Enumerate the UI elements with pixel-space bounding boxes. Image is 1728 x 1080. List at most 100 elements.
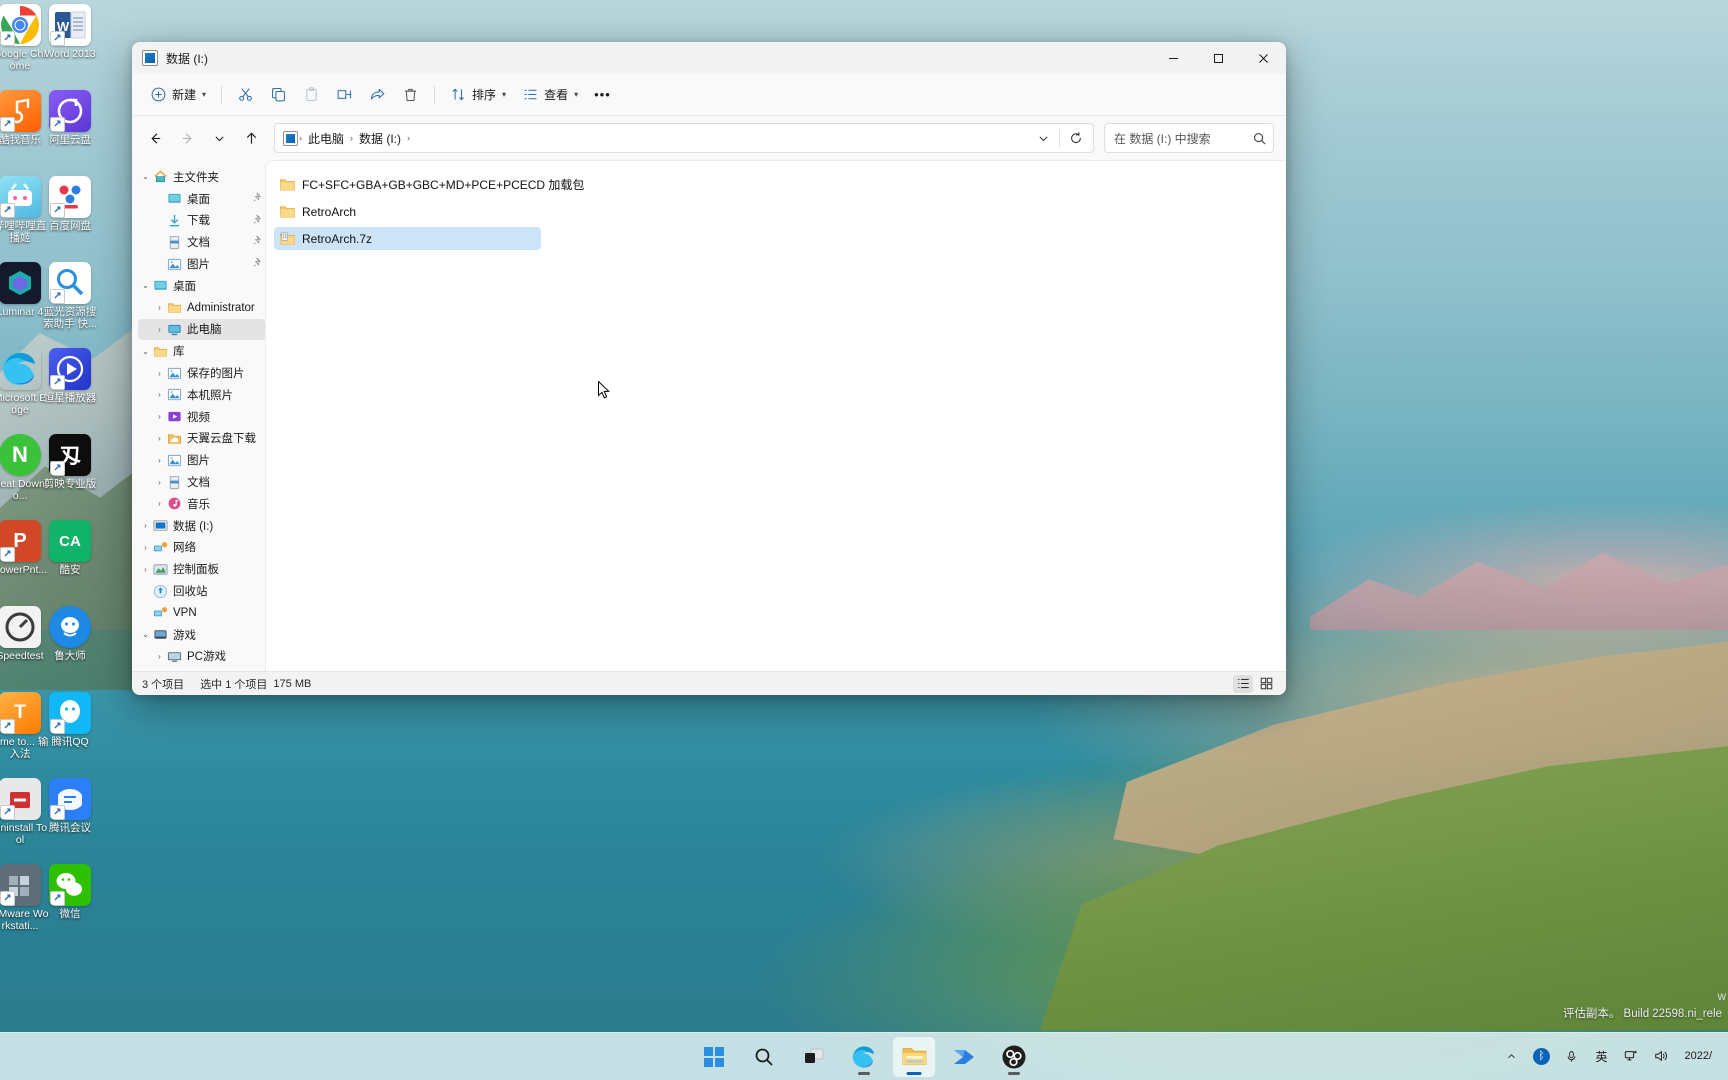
chevron-right-icon[interactable]: › [138, 538, 153, 556]
navigation-pane[interactable]: ⌄ 主文件夹 桌面 下载 文档 图片 ⌄ 桌面 › Administrator › 此电脑 ⌄ 库 › 保存的… [132, 160, 265, 671]
sidebar-item-18[interactable]: › 控制面板 [138, 558, 265, 580]
speaker-icon[interactable] [1648, 1041, 1674, 1071]
sidebar-item-5[interactable]: ⌄ 桌面 [138, 275, 265, 297]
sidebar-item-13[interactable]: › 图片 [138, 449, 265, 471]
more-options-button[interactable]: ••• [586, 80, 619, 110]
ime-indicator[interactable]: 英 [1588, 1041, 1614, 1071]
sidebar-item-22[interactable]: › PC游戏 [138, 646, 265, 668]
forward-button[interactable] [172, 123, 202, 153]
desktop-icon[interactable]: 酷我音乐 [0, 90, 48, 176]
share-button[interactable] [361, 80, 394, 110]
breadcrumb-item-drive[interactable]: 数据 (I:) [354, 127, 406, 150]
sidebar-item-8[interactable]: ⌄ 库 [138, 340, 265, 362]
start-button[interactable] [693, 1037, 735, 1077]
address-history-button[interactable] [1030, 126, 1056, 150]
file-list-item[interactable]: FC+SFC+GBA+GB+GBC+MD+PCE+PCECD 加载包 [274, 173, 584, 196]
recent-locations-button[interactable] [204, 123, 234, 153]
sidebar-item-3[interactable]: 文档 [138, 231, 265, 253]
chevron-right-icon[interactable]: › [152, 495, 167, 513]
chevron-right-icon[interactable]: › [152, 473, 167, 491]
microphone-icon[interactable] [1558, 1041, 1584, 1071]
desktop-icon[interactable]: Speedtest [0, 606, 48, 692]
sidebar-item-21[interactable]: ⌄ 游戏 [138, 624, 265, 646]
desktop-icon[interactable]: NNeat Downlo... [0, 434, 48, 520]
breadcrumb-item-pc[interactable]: 此电脑 [303, 127, 349, 150]
sidebar-item-16[interactable]: › 数据 (I:) [138, 515, 265, 537]
pin-icon[interactable] [253, 235, 263, 247]
chevron-right-icon[interactable]: › [138, 517, 153, 535]
desktop-icon[interactable]: 腾讯会议 [42, 778, 98, 864]
desktop-icon[interactable]: Microsoft Edge [0, 348, 48, 434]
cut-button[interactable] [229, 80, 262, 110]
desktop-icon[interactable]: 阿里云盘 [42, 90, 98, 176]
task-view-button[interactable] [793, 1037, 835, 1077]
desktop-icon[interactable]: 腾讯QQ [42, 692, 98, 778]
desktop-icon[interactable]: 微信 [42, 864, 98, 950]
file-list-pane[interactable]: FC+SFC+GBA+GB+GBC+MD+PCE+PCECD 加载包 RetroA… [265, 160, 1286, 671]
pin-icon[interactable] [253, 257, 263, 269]
search-button[interactable] [743, 1037, 785, 1077]
file-list-item[interactable]: RetroArch [274, 200, 541, 223]
chevron-right-icon[interactable]: › [152, 364, 167, 382]
desktop-icon[interactable]: 鲁大师 [42, 606, 98, 692]
large-icons-view-button[interactable] [1256, 675, 1276, 693]
obs-button[interactable] [993, 1037, 1035, 1077]
network-icon[interactable] [1618, 1041, 1644, 1071]
pin-icon[interactable] [253, 214, 263, 226]
sidebar-item-17[interactable]: › 网络 [138, 537, 265, 559]
desktop-icon[interactable]: 蓝光资源搜索助手 快... [42, 262, 98, 348]
sidebar-item-14[interactable]: › 文档 [138, 471, 265, 493]
address-bar[interactable]: › 此电脑 › 数据 (I:) › [274, 123, 1094, 153]
desktop-icon[interactable]: 刄剪映专业版 [42, 434, 98, 520]
paste-button[interactable] [295, 80, 328, 110]
sidebar-item-1[interactable]: 桌面 [138, 188, 265, 210]
sidebar-item-19[interactable]: 回收站 [138, 580, 265, 602]
desktop-icon[interactable]: Google Chrome [0, 4, 48, 90]
desktop-icon[interactable]: VMware Workstati... [0, 864, 49, 950]
sort-button[interactable]: 排序 ▾ [442, 80, 514, 110]
sidebar-item-20[interactable]: VPN [138, 602, 265, 624]
chevron-right-icon[interactable]: › [152, 386, 167, 404]
chevron-down-icon[interactable]: ⌄ [138, 168, 153, 186]
new-button[interactable]: 新建 ▾ [142, 80, 214, 110]
search-input[interactable]: 在 数据 (I:) 中搜索 [1104, 123, 1274, 153]
bluetooth-icon[interactable]: ᛒ [1528, 1041, 1554, 1071]
copy-button[interactable] [262, 80, 295, 110]
sidebar-item-10[interactable]: › 本机照片 [138, 384, 265, 406]
file-list-item[interactable]: RetroArch.7z [274, 227, 541, 250]
desktop-icon[interactable]: CA 酷安 [42, 520, 98, 606]
edge-button[interactable] [843, 1037, 885, 1077]
details-view-button[interactable] [1233, 674, 1253, 693]
sidebar-item-15[interactable]: › 音乐 [138, 493, 265, 515]
back-button[interactable] [140, 123, 170, 153]
delete-button[interactable] [394, 80, 427, 110]
maximize-button[interactable] [1196, 42, 1241, 74]
sidebar-item-2[interactable]: 下载 [138, 210, 265, 232]
desktop-icon[interactable]: 百度网盘 [42, 176, 98, 262]
desktop-icon[interactable]: Uninstall Tool [0, 778, 48, 864]
chevron-right-icon[interactable]: › [138, 560, 153, 578]
clock[interactable]: 2022/ [1678, 1050, 1718, 1063]
window-title-bar[interactable]: 数据 (I:) [132, 42, 1286, 74]
chevron-down-icon[interactable]: ⌄ [138, 277, 153, 295]
pin-icon[interactable] [253, 192, 263, 204]
view-button[interactable]: 查看 ▾ [514, 80, 586, 110]
sidebar-item-9[interactable]: › 保存的图片 [138, 362, 265, 384]
minimize-button[interactable] [1151, 42, 1196, 74]
power-automate-button[interactable] [943, 1037, 985, 1077]
desktop-icon[interactable]: W Word 2013 [42, 4, 98, 90]
chevron-right-icon[interactable]: › [152, 299, 167, 317]
sidebar-item-12[interactable]: › 天翼云盘下载 [138, 428, 265, 450]
desktop-icon[interactable]: TTime to... 输入法 [0, 692, 48, 778]
chevron-down-icon[interactable]: ⌄ [138, 342, 153, 360]
desktop-icon[interactable]: 恒星播放器 [42, 348, 98, 434]
desktop-icon[interactable]: PPowerPnt... [0, 520, 48, 606]
chevron-right-icon[interactable]: › [152, 320, 167, 338]
sidebar-item-4[interactable]: 图片 [138, 253, 265, 275]
desktop-icon[interactable]: Luminar 4 [0, 262, 48, 348]
close-button[interactable] [1241, 42, 1286, 74]
desktop-icon[interactable]: 哔哩哔哩直播姬 [0, 176, 48, 262]
sidebar-item-0[interactable]: ⌄ 主文件夹 [138, 166, 265, 188]
refresh-button[interactable] [1063, 126, 1089, 150]
up-button[interactable] [236, 123, 266, 153]
